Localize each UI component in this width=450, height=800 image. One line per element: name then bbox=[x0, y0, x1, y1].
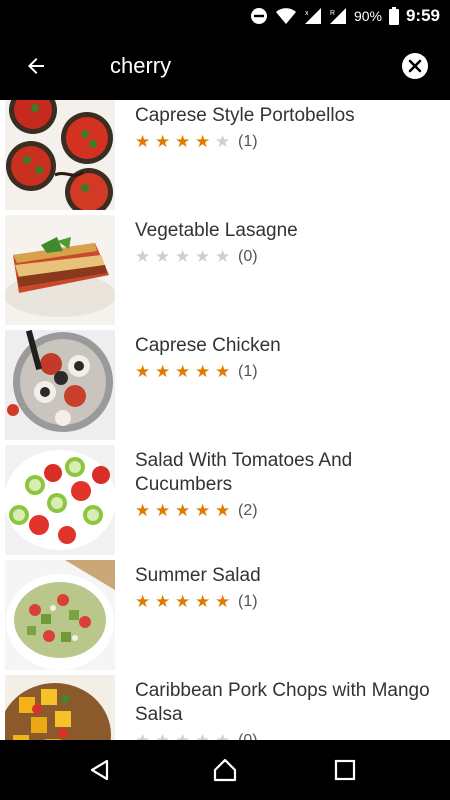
star-icon: ★ bbox=[195, 132, 211, 151]
recipe-row-vegetable-lasagne[interactable]: Vegetable Lasagne ★ ★ ★ ★ ★ (0) bbox=[0, 213, 450, 328]
star-icon: ★ bbox=[135, 592, 151, 611]
star-icon: ★ bbox=[175, 501, 191, 520]
arrow-left-icon bbox=[28, 58, 44, 74]
recipe-row-summer-salad[interactable]: Summer Salad ★ ★ ★ ★ ★ (1) bbox=[0, 558, 450, 673]
star-icon: ★ bbox=[195, 362, 211, 381]
star-icon: ★ bbox=[135, 247, 151, 266]
back-button[interactable] bbox=[14, 44, 58, 88]
star-icon: ★ bbox=[155, 362, 171, 381]
star-icon: ★ bbox=[155, 731, 175, 740]
portobello-caprese-photo bbox=[5, 100, 115, 210]
star-icon: ★ bbox=[175, 592, 191, 611]
recipe-title: Salad With Tomatoes And Cucumbers bbox=[135, 450, 353, 495]
recipe-row-caprese-chicken[interactable]: Caprese Chicken ★ ★ ★ ★ ★ (1) bbox=[0, 328, 450, 443]
nav-home-button[interactable] bbox=[195, 748, 255, 792]
rating-count: (1) bbox=[238, 133, 258, 150]
star-icon: ★ bbox=[215, 362, 231, 381]
recipe-info: Salad With Tomatoes And Cucumbers ★ ★ ★ … bbox=[135, 449, 435, 523]
svg-text:R: R bbox=[330, 10, 335, 17]
mango-salsa-photo bbox=[5, 675, 115, 740]
back-triangle-icon bbox=[90, 759, 109, 781]
rating-count: (0) bbox=[238, 732, 258, 740]
search-input[interactable] bbox=[110, 46, 380, 86]
svg-text:x: x bbox=[305, 10, 309, 17]
star-icon: ★ bbox=[155, 592, 171, 611]
cellular-signal-icon: x bbox=[304, 8, 321, 24]
star-icon: ★ bbox=[215, 592, 231, 611]
star-rating: ★ ★ ★ ★ ★ (1) bbox=[135, 590, 435, 614]
caprese-chicken-photo bbox=[5, 330, 115, 440]
nav-recents-button[interactable] bbox=[315, 748, 375, 792]
star-icon: ★ bbox=[215, 132, 231, 151]
star-icon: ★ bbox=[135, 501, 151, 520]
star-icon: ★ bbox=[155, 501, 171, 520]
star-icon: ★ bbox=[135, 132, 151, 151]
star-rating: ★ ★ ★ ★ ★ (0) bbox=[135, 729, 435, 740]
rating-count: (1) bbox=[238, 363, 258, 380]
star-icon: ★ bbox=[175, 731, 195, 740]
recipe-title: Caprese Style Portobellos bbox=[135, 105, 355, 126]
star-icon: ★ bbox=[215, 501, 231, 520]
star-icon: ★ bbox=[175, 247, 191, 266]
rating-count: (2) bbox=[238, 502, 258, 519]
star-icon: ★ bbox=[175, 132, 191, 151]
star-icon: ★ bbox=[195, 592, 211, 611]
rating-count: (0) bbox=[238, 248, 258, 265]
recipe-row-caprese-portobellos[interactable]: Caprese Style Portobellos ★ ★ ★ ★ ★ (1) bbox=[0, 100, 450, 213]
status-icons: x R 90% 9:59 bbox=[250, 0, 440, 32]
status-bar: x R 90% 9:59 bbox=[0, 0, 450, 32]
recipe-info: Caribbean Pork Chops with Mango Salsa ★ … bbox=[135, 679, 435, 740]
home-icon bbox=[213, 758, 237, 782]
star-rating: ★ ★ ★ ★ ★ (2) bbox=[135, 499, 435, 523]
star-icon: ★ bbox=[195, 731, 215, 740]
star-icon: ★ bbox=[135, 731, 155, 740]
recipe-info: Caprese Chicken ★ ★ ★ ★ ★ (1) bbox=[135, 334, 435, 384]
clear-circle-icon bbox=[408, 59, 422, 73]
clock: 9:59 bbox=[405, 6, 440, 25]
recipe-info: Vegetable Lasagne ★ ★ ★ ★ ★ (0) bbox=[135, 219, 435, 269]
tomato-cucumber-salad-photo bbox=[5, 445, 115, 555]
star-rating: ★ ★ ★ ★ ★ (1) bbox=[135, 130, 435, 154]
rating-count: (1) bbox=[238, 593, 258, 610]
clear-search-button[interactable] bbox=[402, 53, 428, 79]
recipe-row-tomato-cucumber-salad[interactable]: Salad With Tomatoes And Cucumbers ★ ★ ★ … bbox=[0, 443, 450, 558]
battery-icon bbox=[388, 7, 399, 25]
lasagne-photo bbox=[5, 215, 115, 325]
star-icon: ★ bbox=[215, 731, 235, 740]
recipe-row-caribbean-pork-chops[interactable]: Caribbean Pork Chops with Mango Salsa ★ … bbox=[0, 673, 450, 740]
nav-back-button[interactable] bbox=[70, 748, 130, 792]
recipe-info: Caprese Style Portobellos ★ ★ ★ ★ ★ (1) bbox=[135, 104, 435, 154]
star-icon: ★ bbox=[175, 362, 191, 381]
recipe-title: Caribbean Pork Chops with Mango Salsa bbox=[135, 680, 430, 725]
recipe-title: Vegetable Lasagne bbox=[135, 220, 298, 241]
star-rating: ★ ★ ★ ★ ★ (1) bbox=[135, 360, 435, 384]
do-not-disturb-icon bbox=[250, 8, 267, 24]
battery-percent: 90% bbox=[353, 8, 382, 24]
recipe-title: Caprese Chicken bbox=[135, 335, 281, 356]
recents-square-icon bbox=[334, 759, 356, 781]
star-icon: ★ bbox=[195, 501, 211, 520]
star-icon: ★ bbox=[215, 247, 231, 266]
recipe-info: Summer Salad ★ ★ ★ ★ ★ (1) bbox=[135, 564, 435, 614]
star-icon: ★ bbox=[155, 247, 171, 266]
star-icon: ★ bbox=[155, 132, 171, 151]
roaming-signal-icon: R bbox=[329, 8, 346, 24]
wifi-icon bbox=[275, 8, 296, 24]
star-icon: ★ bbox=[195, 247, 211, 266]
star-rating: ★ ★ ★ ★ ★ (0) bbox=[135, 245, 435, 269]
star-icon: ★ bbox=[135, 362, 151, 381]
recipe-title: Summer Salad bbox=[135, 565, 261, 586]
summer-salad-photo bbox=[5, 560, 115, 670]
system-nav-bar bbox=[0, 740, 450, 800]
search-app-bar bbox=[0, 32, 450, 100]
recipe-results-list[interactable]: Caprese Style Portobellos ★ ★ ★ ★ ★ (1) bbox=[0, 100, 450, 740]
